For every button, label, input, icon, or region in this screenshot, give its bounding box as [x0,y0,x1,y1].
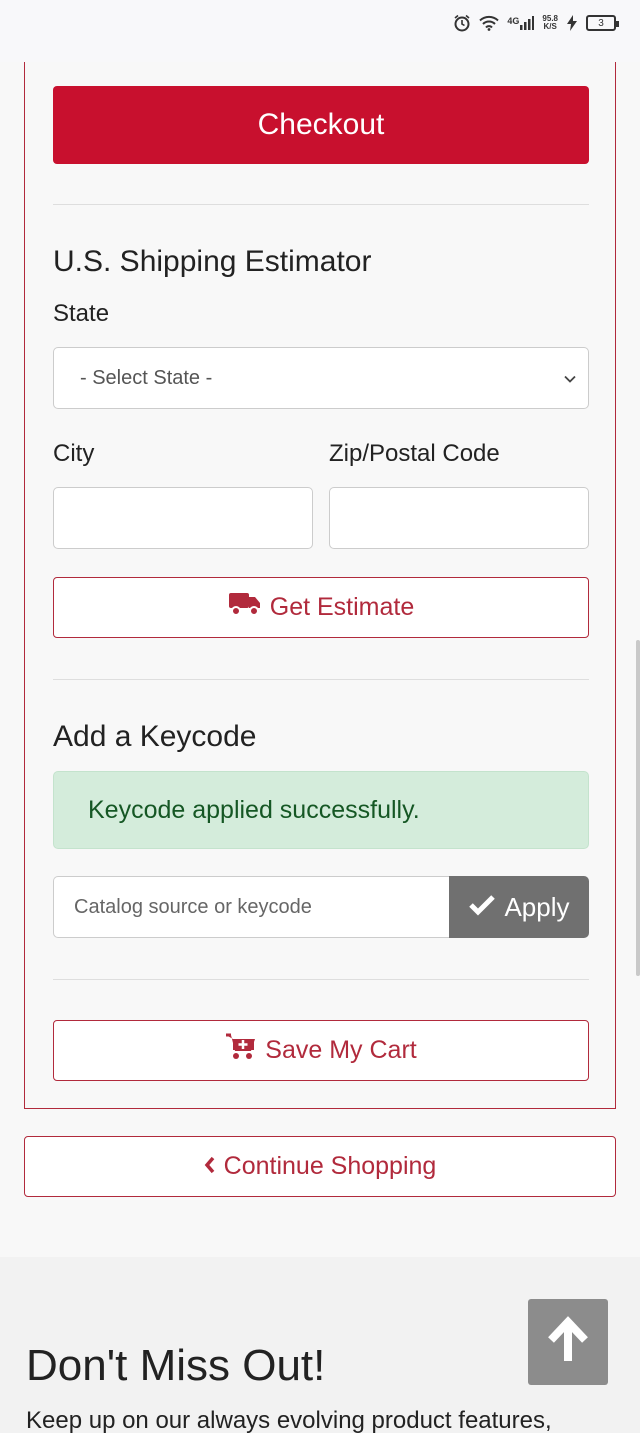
apply-keycode-button[interactable]: Apply [449,876,589,938]
zip-label: Zip/Postal Code [329,440,500,467]
get-estimate-label: Get Estimate [269,593,415,621]
city-label: City [53,440,95,467]
city-input[interactable] [53,487,313,549]
zip-input[interactable] [329,487,589,549]
chevron-left-icon [204,1152,216,1181]
divider [53,204,589,205]
get-estimate-button[interactable]: Get Estimate [53,577,589,638]
cart-plus-icon [225,1033,257,1068]
state-select-value: - Select State - [80,366,213,389]
chevron-down-icon [562,370,578,393]
state-label: State [53,300,110,327]
keycode-input[interactable]: Catalog source or keycode [53,876,449,938]
status-bar: 4G 95.8 K/S 3 [0,0,640,62]
cart-summary-panel: Checkout U.S. Shipping Estimator State -… [24,62,616,1109]
keycode-success-alert: Keycode applied successfully. [53,771,589,849]
check-icon [468,892,496,923]
keycode-heading: Add a Keycode [53,720,257,753]
cell-signal-icon: 4G [507,16,535,30]
divider [53,679,589,680]
shipping-estimator-heading: U.S. Shipping Estimator [53,245,372,278]
apply-label: Apply [504,891,570,922]
checkout-button[interactable]: Checkout [53,86,589,164]
divider [53,979,589,980]
truck-icon [228,591,262,624]
scroll-to-top-button[interactable] [528,1299,608,1385]
continue-shopping-label: Continue Shopping [223,1152,437,1180]
network-speed: 95.8 K/S [542,15,558,31]
save-cart-label: Save My Cart [265,1036,417,1064]
arrow-up-icon [543,1315,593,1370]
page-scrollbar[interactable] [636,640,640,976]
newsletter-text: Keep up on our always evolving product f… [26,1407,552,1433]
newsletter-title: Don't Miss Out! [26,1341,326,1390]
continue-shopping-button[interactable]: Continue Shopping [24,1136,616,1197]
speed-unit: K/S [543,22,557,31]
save-cart-button[interactable]: Save My Cart [53,1020,589,1081]
wifi-icon [479,15,500,31]
state-select[interactable]: - Select State - [53,347,589,409]
network-type: 4G [507,16,520,26]
alarm-icon [453,14,471,32]
status-icons: 4G 95.8 K/S 3 [453,14,619,32]
battery-icon: 3 [586,15,619,31]
charging-icon [566,15,578,31]
battery-level: 3 [598,17,604,29]
